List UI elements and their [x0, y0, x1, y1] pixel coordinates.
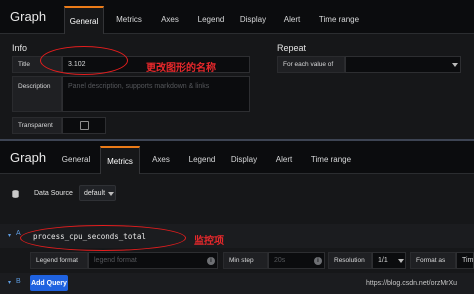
resolution-value: 1/1 — [378, 257, 388, 264]
title-highlight-ellipse — [40, 46, 128, 75]
description-textarea[interactable]: Panel description, supports markdown & l… — [62, 76, 250, 112]
tab-metrics[interactable]: Metrics — [100, 146, 140, 174]
panel-title: Graph — [10, 9, 47, 24]
query-row-b: ▾ B Add Query https://blog.csdn.net/orzM… — [0, 273, 474, 294]
data-source-label: Data Source — [34, 190, 73, 197]
data-source-value: default — [84, 189, 106, 197]
tab-legend[interactable]: Legend — [193, 6, 229, 34]
info-section-heading: Info — [12, 43, 28, 53]
transparent-checkbox-box — [62, 117, 106, 134]
watermark-text: https://blog.csdn.net/orzMrXu — [366, 280, 458, 287]
query-highlight-ellipse — [20, 225, 186, 251]
tab-time-range[interactable]: Time range — [315, 6, 363, 34]
data-source-select[interactable]: default — [79, 185, 116, 201]
tab-general[interactable]: General — [58, 146, 94, 174]
tab-axes[interactable]: Axes — [155, 6, 185, 34]
transparent-label: Transparent — [12, 117, 62, 134]
query-annotation: 监控项 — [194, 236, 224, 247]
collapse-query-icon[interactable]: ▾ — [8, 232, 11, 239]
panel-header: Graph General Metrics Axes Legend Displa… — [0, 0, 474, 34]
add-query-button[interactable]: Add Query — [30, 275, 68, 291]
panel-title: Graph — [10, 150, 47, 165]
format-as-label: Format as — [410, 252, 456, 269]
tab-legend[interactable]: Legend — [184, 146, 220, 174]
tab-general[interactable]: General — [64, 6, 104, 34]
collapse-query-icon[interactable]: ▾ — [8, 279, 11, 286]
legend-format-input[interactable]: legend format — [88, 252, 218, 269]
query-ref-id-b: B — [16, 278, 21, 285]
tab-alert[interactable]: Alert — [278, 6, 306, 34]
resolution-select[interactable]: 1/1 — [372, 252, 406, 269]
info-icon[interactable]: i — [314, 257, 322, 265]
tab-time-range[interactable]: Time range — [306, 146, 356, 174]
panel-header: Graph General Metrics Axes Legend Displa… — [0, 141, 474, 174]
tab-axes[interactable]: Axes — [146, 146, 176, 174]
database-icon — [12, 190, 19, 198]
tab-metrics[interactable]: Metrics — [111, 6, 147, 34]
panel-editor-metrics: Graph General Metrics Axes Legend Displa… — [0, 141, 474, 294]
description-label: Description — [12, 76, 62, 112]
info-icon[interactable]: i — [207, 257, 215, 265]
chevron-down-icon — [108, 192, 114, 196]
panel-editor-general: Graph General Metrics Axes Legend Displa… — [0, 0, 474, 139]
tab-display[interactable]: Display — [228, 146, 260, 174]
repeat-variable-select[interactable] — [345, 56, 461, 73]
repeat-for-each-label: For each value of — [277, 56, 345, 73]
min-step-label: Min step — [223, 252, 268, 269]
chevron-down-icon — [452, 63, 458, 67]
chevron-down-icon — [398, 259, 404, 263]
tab-display[interactable]: Display — [237, 6, 269, 34]
resolution-label: Resolution — [328, 252, 372, 269]
tab-alert[interactable]: Alert — [270, 146, 298, 174]
title-annotation: 更改图形的名称 — [146, 63, 216, 74]
format-as-select[interactable]: Tim — [456, 252, 474, 269]
transparent-checkbox[interactable] — [80, 121, 89, 130]
legend-format-label: Legend format — [30, 252, 88, 269]
repeat-section-heading: Repeat — [277, 43, 307, 53]
